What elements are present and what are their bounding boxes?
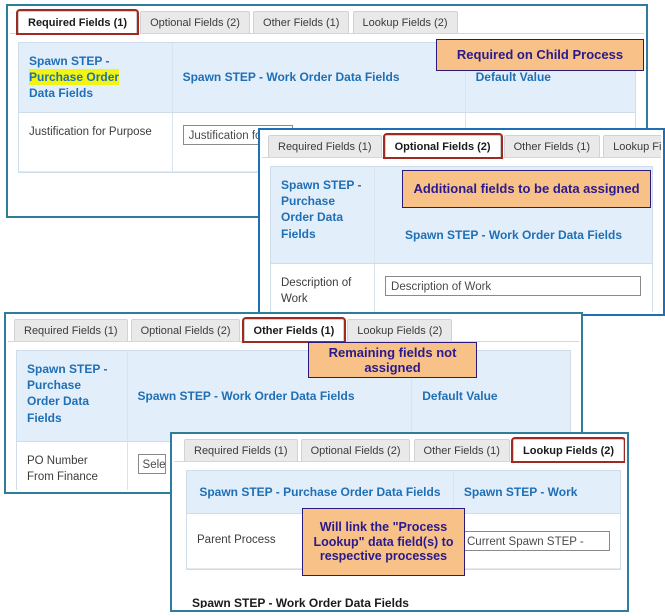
tab-required-fields[interactable]: Required Fields (1) xyxy=(268,135,382,157)
tab-other-fields[interactable]: Other Fields (1) xyxy=(413,439,510,461)
tab-other-fields[interactable]: Other Fields (1) xyxy=(253,11,350,33)
row-field-name-label: Parent Process xyxy=(197,534,276,547)
row-field-name-label: Description of Work xyxy=(281,277,352,305)
tab-other-fields[interactable]: Other Fields (1) xyxy=(241,317,347,343)
description-of-work-input[interactable]: Description of Work xyxy=(385,276,642,296)
tab-other-fields[interactable]: Other Fields (1) xyxy=(503,135,601,157)
column-header-work-order: Spawn STEP - Work xyxy=(454,471,620,513)
column-header-purchase-order: Spawn STEP - Purchase Order Data Fields xyxy=(19,43,173,112)
column-header-work-order-label: Spawn STEP - Work xyxy=(463,484,578,499)
column-header-purchase-order: Spawn STEP - Purchase Order Data Fields xyxy=(271,167,376,263)
column-header-default-value-label: Default Value xyxy=(422,388,498,403)
column-header-work-order-label: Spawn STEP - Work Order Data Fields xyxy=(137,388,355,403)
tab-lookup-fields[interactable]: Lookup Fields (2) xyxy=(347,319,453,341)
tab-required-fields[interactable]: Required Fields (1) xyxy=(15,9,140,35)
column-header-purchase-order-line4: Fields xyxy=(27,410,62,425)
tab-optional-fields[interactable]: Optional Fields (2) xyxy=(140,11,250,33)
row-field-name-label: PO Number From Finance xyxy=(27,455,98,483)
column-header-purchase-order-line2: Purchase xyxy=(281,194,336,209)
table-row: Description of Work Description of Work xyxy=(271,264,652,312)
column-header-default-value-label: Default Value xyxy=(475,70,551,85)
column-header-work-order: Spawn STEP - Work Order Data Fields xyxy=(173,43,466,112)
callout-required-on-child-process: Required on Child Process xyxy=(436,39,644,71)
row-field-name: PO Number From Finance xyxy=(17,442,128,490)
panel-optional-inner: Required Fields (1) Optional Fields (2) … xyxy=(262,132,661,312)
tab-lookup-fields[interactable]: Lookup Fields (2) xyxy=(352,11,458,33)
tab-required-fields[interactable]: Required Fields (1) xyxy=(184,439,298,461)
tab-optional-fields[interactable]: Optional Fields (2) xyxy=(130,319,241,341)
column-header-purchase-order: Spawn STEP - Purchase Order Data Fields xyxy=(187,471,454,513)
column-header-work-order-label: Spawn STEP - Work Order Data Fields xyxy=(405,227,622,242)
tabstrip-lookup: Required Fields (1) Optional Fields (2) … xyxy=(174,436,625,463)
callout-additional-fields: Additional fields to be data assigned xyxy=(402,170,651,208)
grid-header-row: Spawn STEP - Purchase Order Data Fields … xyxy=(17,351,570,442)
column-header-purchase-order-line3: Order Data xyxy=(27,394,90,409)
panel-optional-fields: Required Fields (1) Optional Fields (2) … xyxy=(258,128,665,316)
tab-lookup-fields[interactable]: Lookup Fields (2) xyxy=(511,437,625,463)
po-number-select[interactable]: Sele xyxy=(137,454,166,474)
row-field-name-label: Justification for Purpose xyxy=(29,125,152,138)
column-header-purchase-order-line2: Purchase Order xyxy=(29,69,120,86)
tabstrip-required: Required Fields (1) Optional Fields (2) … xyxy=(10,8,644,35)
row-field-name: Description of Work xyxy=(271,264,376,312)
column-header-purchase-order-line4: Fields xyxy=(281,226,316,241)
lookup-footer-label: Spawn STEP - Work Order Data Fields xyxy=(192,596,409,608)
row-field-input-cell: Current Spawn STEP - xyxy=(452,514,620,568)
tabstrip-other: Required Fields (1) Optional Fields (2) … xyxy=(8,316,579,343)
panel-lookup-fields: Required Fields (1) Optional Fields (2) … xyxy=(170,432,629,612)
parent-process-select[interactable]: Current Spawn STEP - xyxy=(462,531,610,551)
row-field-name: Justification for Purpose xyxy=(19,112,173,171)
row-field-input-cell: Description of Work xyxy=(375,264,652,312)
tab-optional-fields[interactable]: Optional Fields (2) xyxy=(300,439,411,461)
column-header-purchase-order-line1: Spawn STEP - xyxy=(27,362,108,376)
column-header-purchase-order-line1: Spawn STEP - xyxy=(29,54,110,68)
tab-required-fields[interactable]: Required Fields (1) xyxy=(14,319,128,341)
callout-process-lookup: Will link the "Process Lookup" data fiel… xyxy=(302,508,465,576)
tab-lookup-fields[interactable]: Lookup Fields (2) xyxy=(603,135,661,157)
tabstrip-optional: Required Fields (1) Optional Fields (2) … xyxy=(262,132,661,159)
column-header-purchase-order-label: Spawn STEP - Purchase Order Data Fields xyxy=(199,484,441,499)
column-header-purchase-order-line2: Purchase xyxy=(27,378,82,393)
column-header-work-order-label: Spawn STEP - Work Order Data Fields xyxy=(182,70,400,85)
column-header-purchase-order-line3: Order Data xyxy=(281,210,344,225)
column-header-purchase-order-line1: Spawn STEP - xyxy=(281,178,362,192)
tab-optional-fields[interactable]: Optional Fields (2) xyxy=(382,133,503,159)
callout-remaining-fields: Remaining fields not assigned xyxy=(308,342,477,378)
column-header-purchase-order-line3: Data Fields xyxy=(29,86,94,101)
column-header-purchase-order: Spawn STEP - Purchase Order Data Fields xyxy=(17,351,128,441)
